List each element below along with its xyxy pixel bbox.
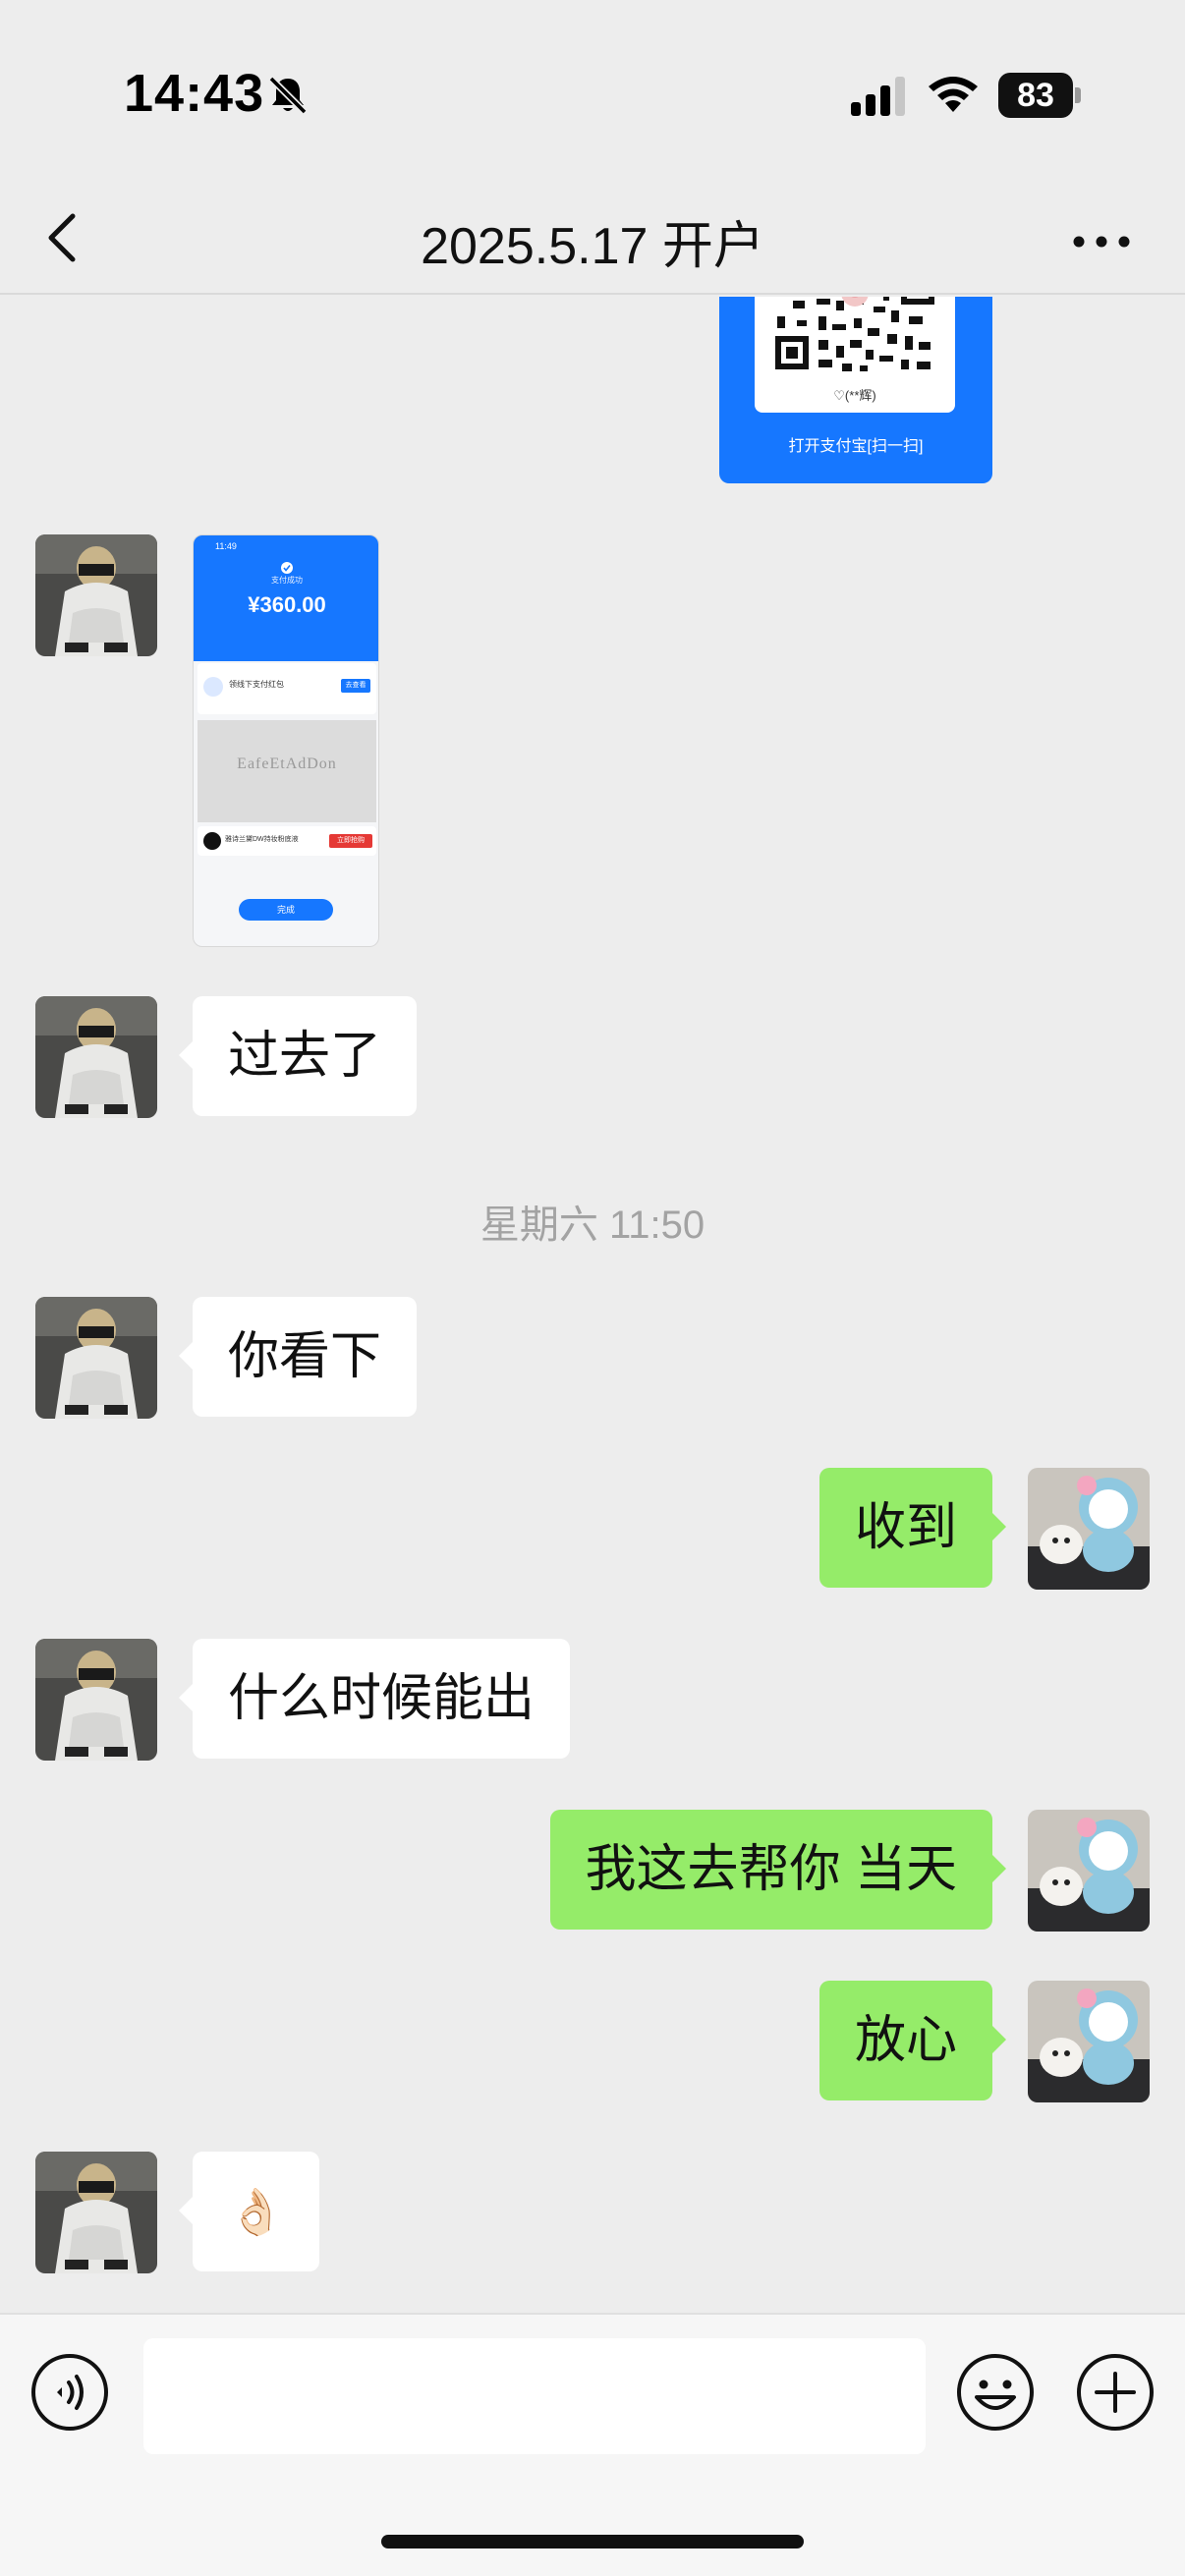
message-bubble-received[interactable]: 过去了 [178,996,418,1116]
battery-tip [1075,87,1081,103]
contact-avatar[interactable] [35,1639,157,1761]
self-avatar[interactable] [1028,1468,1150,1590]
message-bubble-received[interactable]: 👌🏻 [178,2152,320,2271]
payment-success-icon [281,562,293,574]
battery-indicator: 83 [998,73,1081,118]
payment-ad-banner: EafeEtAdDon [198,720,376,822]
contact-avatar[interactable] [35,1297,157,1419]
self-avatar[interactable] [1028,1810,1150,1932]
payment-amount: ¥360.00 [248,592,326,617]
status-time: 14:43 [124,64,265,123]
payment-promo-card: 领线下支付红包 去查看 [198,663,376,714]
message-bubble-sent[interactable]: 我这去帮你 当天 [549,1810,1007,1930]
emoji-icon[interactable] [955,2352,1036,2433]
payment-status: 支付成功 [271,576,303,585]
chat-message-list[interactable]: ♡(**辉) 打开支付宝[扫一扫] 11:49 支付成功 ¥360.00 领线下… [0,297,1185,2313]
contact-avatar[interactable] [35,2152,157,2273]
merchant-name: 雅诗兰黛DW持妆粉底液 [225,836,299,843]
ad-text: EafeEtAdDon [237,756,337,772]
message-bubble-sent[interactable]: 放心 [818,1981,1007,2100]
self-avatar[interactable] [1028,1981,1150,2102]
message-bubble-received[interactable]: 什么时候能出 [178,1639,571,1759]
contact-avatar[interactable] [35,996,157,1118]
home-indicator[interactable] [381,2535,804,2548]
message-input[interactable] [143,2338,926,2454]
payment-clock: 11:49 [215,541,237,551]
qr-caption: 打开支付宝[扫一扫] [788,438,924,455]
payment-screenshot-message[interactable]: 11:49 支付成功 ¥360.00 领线下支付红包 去查看 EafeEtAdD… [193,534,379,947]
qr-owner-name: ♡(**辉) [833,388,876,403]
payment-done-button: 完成 [239,899,333,921]
qr-code-panel: ♡(**辉) [755,297,955,413]
merchant-buy-button: 立即抢购 [329,834,372,848]
chat-title: 2025.5.17 开户 [421,218,764,275]
qr-code-image [771,297,938,375]
wifi-icon [929,77,978,112]
alipay-qr-card-message[interactable]: ♡(**辉) 打开支付宝[扫一扫] [719,297,992,483]
contact-avatar[interactable] [35,534,157,656]
message-timestamp: 星期六 11:50 [480,1204,705,1247]
message-bubble-received[interactable]: 你看下 [178,1297,418,1417]
message-bubble-sent[interactable]: 收到 [818,1468,1007,1588]
add-attachment-icon[interactable] [1075,2352,1156,2433]
merchant-logo [203,832,221,850]
promo-button: 去查看 [341,679,370,693]
store-icon [203,677,223,697]
more-options-icon[interactable] [1071,222,1132,261]
promo-title: 领线下支付红包 [229,680,284,689]
voice-input-icon[interactable] [29,2352,110,2433]
bell-muted-icon [268,76,308,115]
battery-level: 83 [998,73,1073,118]
merchant-card: 雅诗兰黛DW持妆粉底液 立即抢购 [198,826,376,856]
nav-bar: 2025.5.17 开户 [0,187,1185,295]
status-bar: 14:43 83 [0,0,1185,187]
signal-icon [851,77,905,116]
